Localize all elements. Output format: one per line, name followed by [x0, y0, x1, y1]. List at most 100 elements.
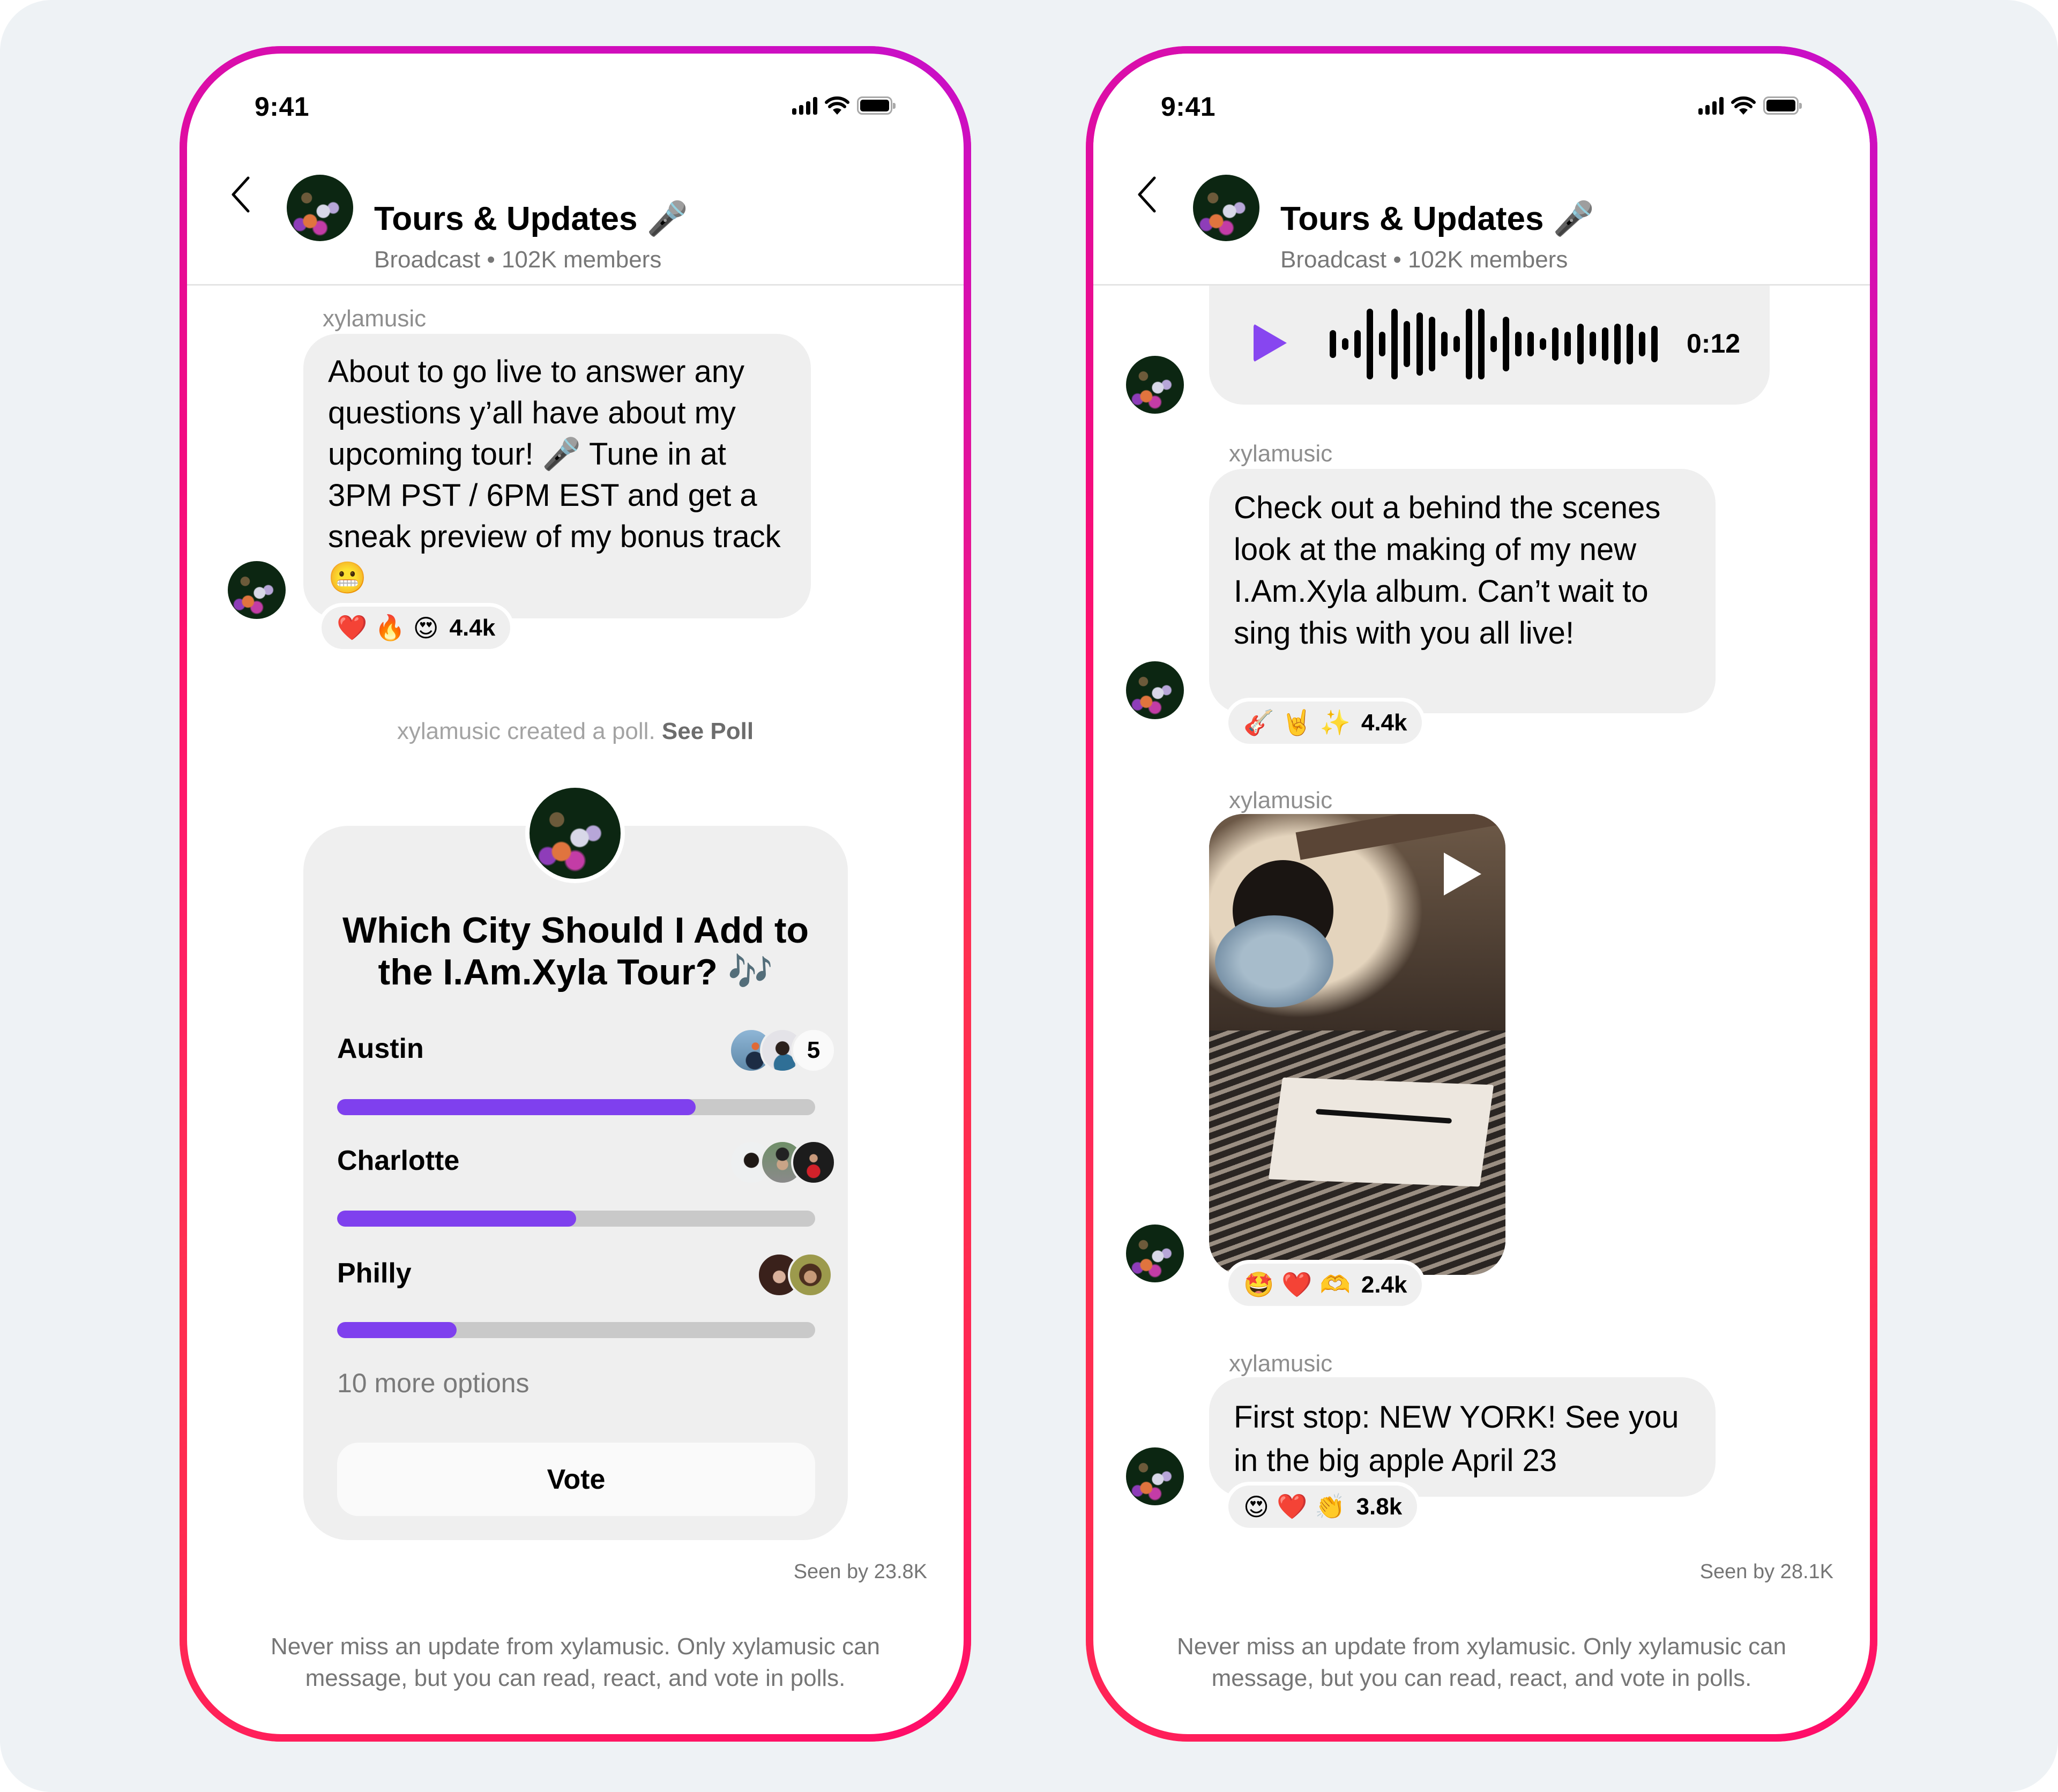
waveform-bar [1330, 330, 1336, 359]
poll-option-label[interactable]: Philly [337, 1257, 412, 1289]
reaction-count: 2.4k [1361, 1271, 1407, 1298]
screen: 0:12 9:41 Tours & Updates 🎤 Broadcast • … [1093, 54, 1870, 1734]
screen: 9:41 Tours & Updates 🎤 Broadcast • 102K … [187, 54, 964, 1734]
reactions-pill[interactable]: 😍 ❤️ 👏 3.8k [1225, 1482, 1421, 1532]
waveform-bar [1614, 323, 1621, 365]
waveform-bar [1416, 312, 1423, 376]
poll-option-bar-fill [337, 1211, 576, 1227]
message-text: About to go live to answer any questions… [328, 354, 781, 595]
waveform-bar [1515, 331, 1522, 357]
back-chevron-icon[interactable] [1136, 176, 1158, 213]
vote-button[interactable]: Vote [337, 1443, 815, 1516]
sender-avatar[interactable] [1126, 356, 1184, 414]
channel-title[interactable]: Tours & Updates 🎤 [374, 199, 688, 238]
poll-avatar-ring [525, 783, 625, 883]
voter-avatar [791, 1140, 836, 1185]
audio-waveform[interactable] [1330, 274, 1658, 414]
poll-option-label[interactable]: Austin [337, 1033, 424, 1065]
back-chevron-icon[interactable] [230, 176, 251, 213]
broadcast-info-note: Never miss an update from xylamusic. Onl… [270, 1633, 881, 1691]
reaction-heart-eyes-emoji: 😍 [1243, 1492, 1269, 1521]
poll-created-text: xylamusic created a poll. [397, 718, 655, 744]
poll-option-bar [337, 1099, 815, 1115]
poll-title: Which City Should I Add to the I.Am.Xyla… [342, 910, 809, 992]
wifi-icon [1731, 96, 1756, 115]
message-text: Check out a behind the scenes look at th… [1234, 490, 1661, 651]
message-bubble[interactable]: Check out a behind the scenes look at th… [1209, 469, 1716, 713]
waveform-bar [1527, 331, 1534, 357]
sender-name: xylamusic [1229, 440, 1333, 467]
status-icons [1698, 96, 1802, 115]
waveform-bar [1379, 331, 1386, 357]
waveform-bar [1428, 317, 1435, 371]
poll-option-bar [337, 1211, 815, 1227]
reaction-heart-emoji: ❤️ [1276, 1492, 1308, 1520]
sender-avatar[interactable] [1126, 1447, 1184, 1505]
channel-subtitle: Broadcast • 102K members [1280, 247, 1568, 273]
poll-option-label[interactable]: Charlotte [337, 1145, 459, 1177]
poll-option-bar-fill [337, 1322, 457, 1338]
waveform-bar [1552, 327, 1559, 361]
reaction-clap-emoji: 👏 [1315, 1492, 1346, 1520]
message-bubble[interactable]: About to go live to answer any questions… [303, 334, 811, 618]
waveform-bar [1441, 331, 1448, 357]
header-divider [1093, 284, 1870, 286]
poll-creator-avatar [530, 788, 621, 879]
status-time: 9:41 [255, 92, 310, 122]
play-video-icon[interactable] [1444, 853, 1481, 895]
battery-icon [1763, 96, 1802, 115]
channel-title[interactable]: Tours & Updates 🎤 [1280, 199, 1594, 238]
play-audio-icon[interactable] [1254, 324, 1287, 362]
reaction-star-struck-emoji: 🤩 [1243, 1271, 1274, 1298]
sender-name: xylamusic [323, 305, 427, 332]
waveform-bar [1490, 335, 1497, 353]
broadcast-info-note: Never miss an update from xylamusic. Onl… [1176, 1633, 1787, 1691]
sender-name: xylamusic [1229, 1350, 1333, 1377]
sender-avatar[interactable] [1126, 1224, 1184, 1282]
sender-avatar[interactable] [228, 561, 286, 619]
message-text: First stop: NEW YORK! See you in the big… [1234, 1400, 1679, 1478]
channel-avatar[interactable] [1193, 175, 1259, 241]
reaction-heart-emoji: ❤️ [1281, 1271, 1313, 1298]
phone-poll-view: 9:41 Tours & Updates 🎤 Broadcast • 102K … [180, 46, 971, 1742]
poll-option-bar [337, 1322, 815, 1338]
channel-subtitle: Broadcast • 102K members [374, 247, 662, 273]
waveform-bar [1478, 309, 1485, 379]
sender-avatar[interactable] [1126, 661, 1184, 719]
more-options-link[interactable]: 10 more options [337, 1368, 530, 1399]
waveform-bar [1638, 331, 1645, 357]
poll-option-voters [729, 1140, 836, 1185]
reaction-count: 3.8k [1356, 1493, 1403, 1520]
waveform-bar [1465, 309, 1472, 379]
see-poll-link[interactable]: See Poll [662, 718, 754, 744]
battery-icon [857, 96, 896, 115]
voter-count-chip: 5 [791, 1028, 836, 1073]
poll-option-voters [757, 1252, 833, 1297]
waveform-bar [1651, 325, 1658, 363]
reactions-pill[interactable]: ❤️ 🔥 😍 4.4k [318, 603, 514, 653]
reaction-heart-eyes-emoji: 😍 [413, 614, 439, 642]
waveform-bar [1367, 309, 1374, 379]
reaction-fire-emoji: 🔥 [375, 614, 406, 641]
wifi-icon [825, 96, 849, 115]
message-bubble[interactable]: First stop: NEW YORK! See you in the big… [1209, 1377, 1716, 1497]
audio-duration: 0:12 [1687, 328, 1741, 359]
reaction-count: 4.4k [449, 614, 496, 641]
waveform-bar [1404, 321, 1411, 367]
reactions-pill[interactable]: 🤩 ❤️ 🫶 2.4k [1225, 1260, 1426, 1310]
channel-avatar[interactable] [287, 175, 353, 241]
reactions-pill[interactable]: 🎸 🤘 ✨ 4.4k [1225, 698, 1426, 748]
status-time: 9:41 [1161, 92, 1216, 122]
waveform-bar [1354, 330, 1361, 359]
poll-option-voters: 5 [729, 1028, 836, 1073]
seen-by-count: Seen by 28.1K [1699, 1560, 1833, 1583]
reaction-sparkles-emoji: ✨ [1319, 708, 1351, 736]
seen-by-count: Seen by 23.8K [793, 1560, 927, 1583]
waveform-bar [1540, 338, 1547, 350]
reaction-guitar-emoji: 🎸 [1243, 708, 1274, 736]
cellular-signal-icon [1698, 96, 1724, 115]
waveform-bar [1626, 323, 1633, 365]
cellular-signal-icon [792, 96, 817, 115]
reaction-rock-on-emoji: 🤘 [1281, 708, 1313, 736]
video-thumbnail[interactable] [1209, 814, 1505, 1275]
